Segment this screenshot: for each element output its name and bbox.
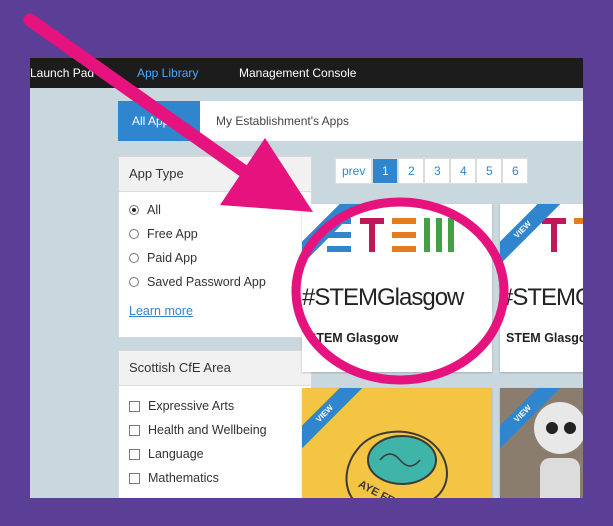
option-mathematics[interactable]: Mathematics bbox=[119, 466, 311, 490]
page-4[interactable]: 4 bbox=[450, 158, 477, 184]
cfe-area-filter: Scottish CfE Area Expressive Arts Health… bbox=[118, 350, 312, 498]
card-title: STEM Glasgow bbox=[506, 331, 583, 345]
app-type-filter: App Type All Free App Paid App Saved Pas… bbox=[118, 156, 312, 338]
option-health-wellbeing[interactable]: Health and Wellbeing bbox=[119, 418, 311, 442]
option-language[interactable]: Language bbox=[119, 442, 311, 466]
app-type-heading: App Type bbox=[119, 157, 311, 192]
card-title: STEM Glasgow bbox=[308, 331, 399, 345]
tab-all-apps[interactable]: All Apps bbox=[118, 101, 200, 141]
nav-launch-pad[interactable]: Launch Pad bbox=[30, 66, 94, 80]
learn-more-link[interactable]: Learn more bbox=[119, 304, 311, 318]
radio-icon[interactable] bbox=[129, 229, 139, 239]
pagination: prev 1 2 3 4 5 6 bbox=[335, 158, 529, 184]
card-hashtag: #STEMGlasgow bbox=[500, 284, 583, 311]
top-nav-bar: Launch Pad App Library Management Consol… bbox=[30, 58, 583, 88]
page-1[interactable]: 1 bbox=[372, 158, 399, 184]
page-2[interactable]: 2 bbox=[398, 158, 425, 184]
option-saved-password-app[interactable]: Saved Password App bbox=[119, 270, 311, 294]
app-card-stem-glasgow-2[interactable]: #STEMGlasgow STEM Glasgow VIEW bbox=[500, 204, 583, 372]
option-paid-app[interactable]: Paid App bbox=[119, 246, 311, 270]
app-card-stem-glasgow[interactable]: #STEMGlasgow STEM Glasgow VIEW bbox=[302, 204, 492, 372]
checkbox-icon[interactable] bbox=[129, 472, 140, 484]
radio-selected-icon[interactable] bbox=[129, 205, 139, 215]
option-all[interactable]: All bbox=[119, 198, 311, 222]
app-card-aye-feel[interactable]: AYE FEEL VIEW bbox=[302, 388, 492, 498]
radio-icon[interactable] bbox=[129, 277, 139, 287]
app-card-robot[interactable]: VIEW bbox=[500, 388, 583, 498]
option-free-app[interactable]: Free App bbox=[119, 222, 311, 246]
screenshot-frame: Launch Pad App Library Management Consol… bbox=[30, 58, 583, 498]
app-tabs: All Apps My Establishment's Apps bbox=[118, 101, 583, 141]
page-3[interactable]: 3 bbox=[424, 158, 451, 184]
page-6[interactable]: 6 bbox=[502, 158, 529, 184]
checkbox-icon[interactable] bbox=[129, 424, 140, 436]
checkbox-icon[interactable] bbox=[129, 448, 140, 460]
tab-my-establishment-apps[interactable]: My Establishment's Apps bbox=[216, 101, 349, 141]
nav-management-console[interactable]: Management Console bbox=[239, 66, 356, 80]
option-expressive-arts[interactable]: Expressive Arts bbox=[119, 394, 311, 418]
nav-app-library[interactable]: App Library bbox=[137, 66, 198, 80]
page-5[interactable]: 5 bbox=[476, 158, 503, 184]
checkbox-icon[interactable] bbox=[129, 400, 140, 412]
cfe-heading: Scottish CfE Area bbox=[119, 351, 311, 386]
radio-icon[interactable] bbox=[129, 253, 139, 263]
page-prev[interactable]: prev bbox=[335, 158, 373, 184]
card-hashtag: #STEMGlasgow bbox=[302, 284, 464, 311]
